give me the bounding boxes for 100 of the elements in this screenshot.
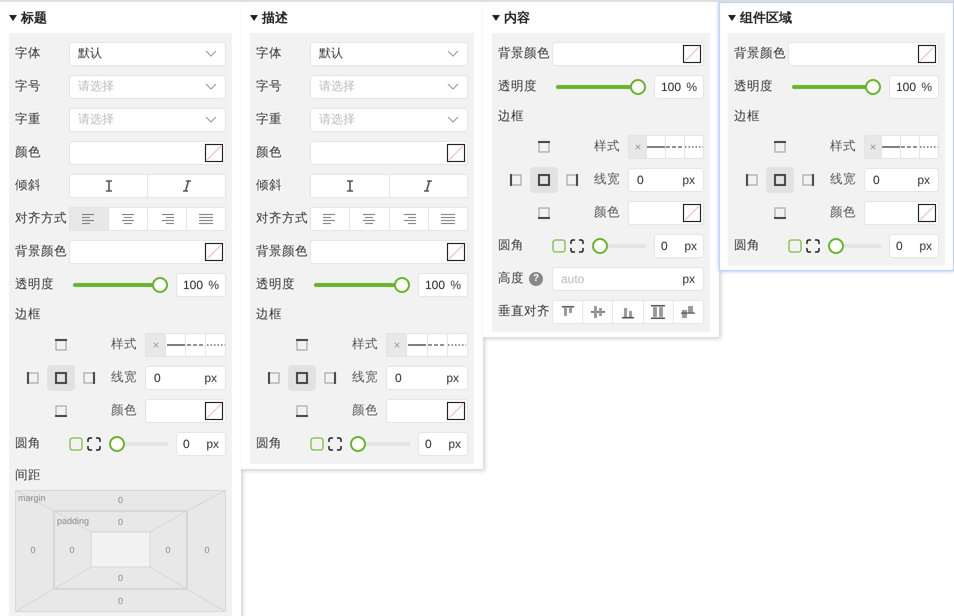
field-label: 颜色 [111, 402, 138, 419]
transparent-swatch-icon[interactable] [205, 402, 223, 420]
transparent-swatch-icon[interactable] [447, 242, 465, 260]
caret-icon[interactable] [492, 15, 500, 21]
chevron-down-icon [447, 116, 459, 123]
baseline-icon [680, 304, 696, 320]
dashed-corners-icon[interactable] [806, 238, 820, 254]
color-field[interactable] [628, 200, 704, 224]
align-middle-icon [590, 304, 606, 320]
slider-track[interactable] [73, 276, 168, 292]
transparent-swatch-icon[interactable] [918, 204, 936, 222]
number-field[interactable]: 0 px [145, 366, 226, 390]
color-field[interactable] [145, 398, 226, 422]
slider-thumb[interactable] [394, 276, 410, 292]
content-box [90, 532, 150, 568]
border-right-icon [802, 174, 814, 186]
caret-icon[interactable] [250, 15, 258, 21]
line-style-button[interactable] [185, 334, 205, 356]
line-style-button[interactable] [665, 136, 684, 158]
unit-label: px [206, 436, 219, 450]
slider-thumb[interactable] [152, 276, 168, 292]
border-side-button[interactable] [47, 364, 75, 390]
transparent-swatch-icon[interactable] [447, 402, 465, 420]
line-style-button[interactable] [165, 334, 185, 356]
slider-thumb[interactable] [350, 436, 366, 452]
border-bottom-icon [296, 404, 308, 416]
transparent-swatch-icon[interactable] [205, 144, 223, 162]
align-right-icon [160, 214, 174, 224]
slider-track[interactable] [556, 78, 646, 94]
dropdown[interactable]: 默认 [69, 42, 226, 66]
dashed-corners-icon[interactable] [87, 436, 101, 452]
border-left-icon [27, 372, 39, 384]
slider-thumb[interactable] [109, 436, 125, 452]
color-field[interactable] [69, 140, 226, 164]
slider-thumb[interactable] [865, 78, 881, 94]
border-side-button[interactable] [530, 166, 558, 192]
border-side-button[interactable] [288, 364, 316, 390]
dropdown[interactable]: 默认 [310, 42, 468, 66]
line-style-button[interactable] [881, 136, 900, 158]
color-field[interactable] [552, 42, 704, 66]
transparent-swatch-icon[interactable] [683, 44, 701, 62]
slider-thumb[interactable] [630, 78, 646, 94]
number-field[interactable]: 0 px [176, 432, 226, 456]
transparent-swatch-icon[interactable] [683, 204, 701, 222]
align-button[interactable] [186, 208, 225, 230]
color-field[interactable] [310, 140, 468, 164]
number-field[interactable]: 0 px [654, 234, 704, 258]
border-bottom-icon [774, 206, 786, 218]
align-center-icon [362, 214, 376, 224]
border-bottom-icon [538, 206, 550, 218]
transparent-swatch-icon[interactable] [205, 242, 223, 260]
color-field[interactable] [864, 200, 939, 224]
caret-icon[interactable] [9, 15, 17, 21]
section-label: 边框 [15, 306, 42, 323]
caret-icon[interactable] [728, 15, 736, 21]
help-icon[interactable]: ? [529, 272, 543, 286]
field-label: 圆角 [734, 237, 761, 254]
number-field[interactable]: 0 px [889, 234, 939, 258]
color-field[interactable] [386, 398, 468, 422]
field-label: 字号 [15, 78, 42, 95]
vertical-align-button[interactable] [672, 300, 704, 322]
slider-thumb[interactable] [592, 238, 608, 254]
line-style-button[interactable] [900, 136, 919, 158]
number-field[interactable]: 100 % [654, 74, 704, 98]
dashed-corners-icon[interactable] [570, 238, 584, 254]
margin-label: margin [18, 493, 46, 503]
slider-thumb[interactable] [828, 238, 844, 254]
line-style-button[interactable] [406, 334, 426, 356]
number-field[interactable]: 100 % [176, 272, 226, 296]
border-side-button[interactable] [766, 166, 794, 192]
field-label: 透明度 [15, 276, 55, 293]
field-label: 背景颜色 [498, 45, 551, 62]
color-field[interactable] [69, 240, 226, 264]
slider-track[interactable] [792, 78, 881, 94]
unit-label: px [684, 238, 697, 252]
transparent-swatch-icon[interactable] [918, 44, 936, 62]
border-top-icon [538, 140, 550, 152]
line-style-button[interactable] [426, 334, 447, 356]
field-label: 圆角 [15, 435, 42, 452]
border-left-icon [746, 174, 758, 186]
line-style-button[interactable] [646, 136, 665, 158]
slider-track[interactable] [314, 276, 410, 292]
field-label: 高度 [498, 270, 524, 287]
number-field[interactable]: 100 % [418, 272, 468, 296]
number-field[interactable]: 100 % [889, 74, 939, 98]
border-right-icon [83, 372, 95, 384]
number-field[interactable]: auto px [552, 266, 704, 290]
transparent-swatch-icon[interactable] [447, 144, 465, 162]
number-field[interactable]: 0 px [386, 366, 468, 390]
color-field[interactable] [788, 42, 939, 66]
color-field[interactable] [310, 240, 468, 264]
number-field[interactable]: 0 px [418, 432, 468, 456]
border-bottom-icon [55, 404, 67, 416]
dashed-corners-icon[interactable] [328, 436, 342, 452]
number-field[interactable]: 0 px [628, 168, 704, 192]
align-button[interactable] [428, 208, 467, 230]
border-left-icon [268, 372, 280, 384]
number-field[interactable]: 0 px [864, 168, 939, 192]
align-button[interactable] [70, 208, 108, 230]
unit-label: px [446, 370, 459, 384]
